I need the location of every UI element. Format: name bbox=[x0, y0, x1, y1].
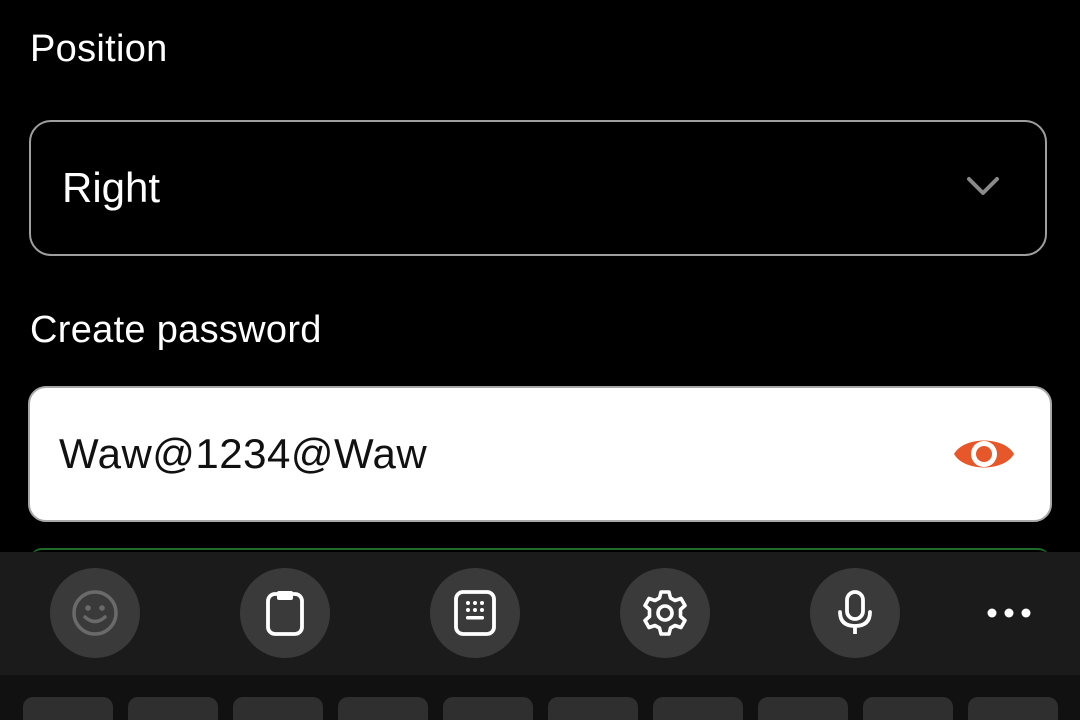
keyboard-key[interactable] bbox=[653, 697, 743, 720]
position-selected-value: Right bbox=[62, 164, 161, 211]
keyboard-key[interactable] bbox=[128, 697, 218, 720]
chevron-down-icon bbox=[967, 177, 999, 195]
clipboard-icon bbox=[266, 591, 304, 636]
keyboard-key[interactable] bbox=[548, 697, 638, 720]
keypad-button[interactable] bbox=[430, 568, 520, 658]
position-dropdown[interactable]: Right bbox=[29, 120, 1047, 256]
keyboard-toolbar bbox=[0, 552, 1080, 675]
more-options-button[interactable] bbox=[964, 568, 1054, 658]
more-icon bbox=[987, 608, 1031, 618]
emoji-icon bbox=[72, 590, 118, 636]
password-value: Waw@1234@Waw bbox=[59, 430, 428, 477]
emoji-button[interactable] bbox=[50, 568, 140, 658]
password-label: Create password bbox=[30, 309, 322, 351]
keyboard-key[interactable] bbox=[863, 697, 953, 720]
password-input[interactable]: Waw@1234@Waw bbox=[28, 386, 1052, 522]
keyboard-key[interactable] bbox=[758, 697, 848, 720]
keyboard-key[interactable] bbox=[233, 697, 323, 720]
settings-icon bbox=[643, 590, 687, 636]
keyboard-key[interactable] bbox=[23, 697, 113, 720]
keyboard-key[interactable] bbox=[968, 697, 1058, 720]
microphone-button[interactable] bbox=[810, 568, 900, 658]
app-screen: Position Right Create password Waw@1234@… bbox=[0, 0, 1080, 720]
keypad-icon bbox=[454, 590, 496, 636]
eye-icon[interactable] bbox=[952, 430, 1016, 478]
microphone-icon bbox=[838, 590, 872, 634]
position-label: Position bbox=[30, 28, 168, 70]
keyboard-key[interactable] bbox=[338, 697, 428, 720]
keyboard-keys-row bbox=[0, 675, 1080, 720]
keyboard-key[interactable] bbox=[443, 697, 533, 720]
clipboard-button[interactable] bbox=[240, 568, 330, 658]
settings-button[interactable] bbox=[620, 568, 710, 658]
